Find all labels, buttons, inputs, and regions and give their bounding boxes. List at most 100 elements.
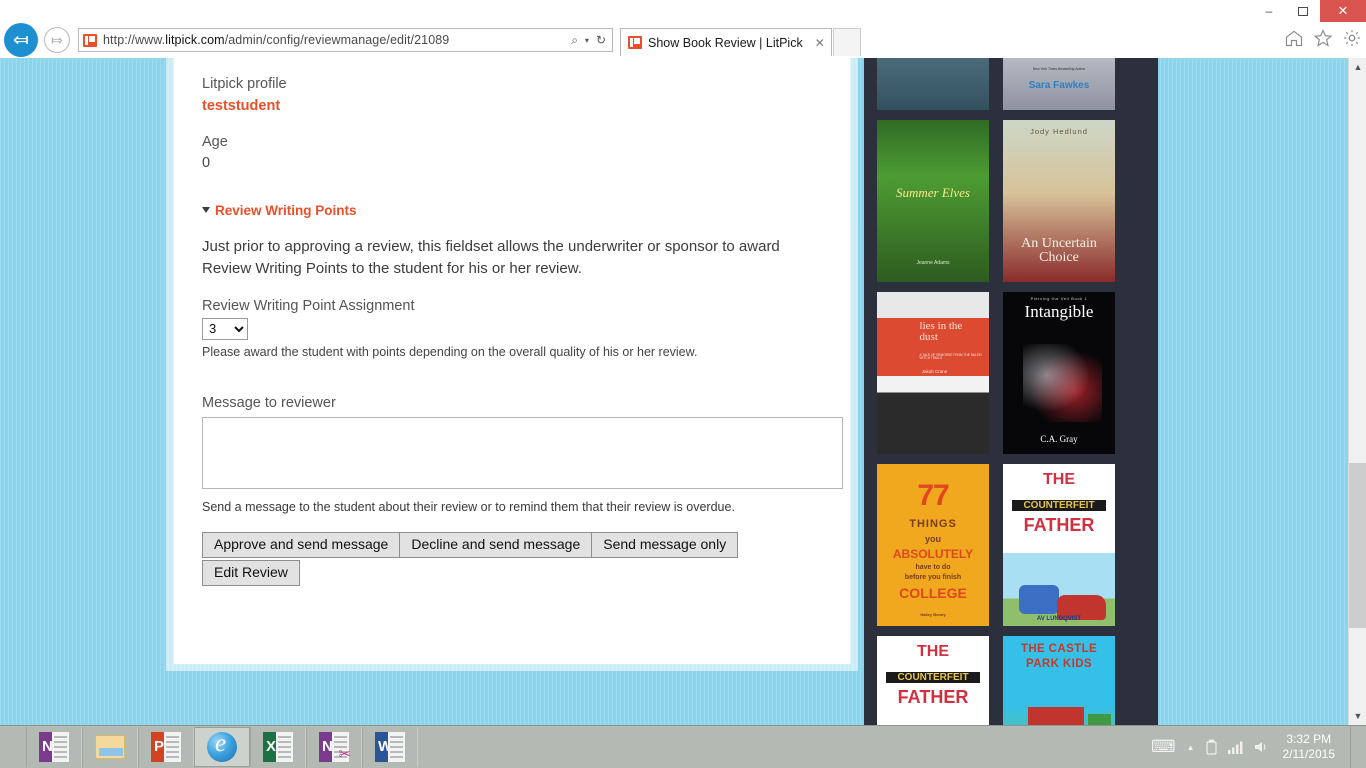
book-cover-item[interactable]: Summer Elves Jeanne Adams [877, 120, 989, 282]
book-cover-item[interactable]: THE COUNTERFEIT FATHER AV LUNDQVIST [1003, 464, 1115, 626]
keyboard-icon[interactable]: ⌨ [1151, 737, 1176, 757]
taskbar-item-onenote-clipper[interactable]: N ✂ [306, 727, 362, 767]
book-title: Intangible [1024, 302, 1094, 322]
tab-show-book-review[interactable]: Show Book Review | LitPick ✕ [620, 28, 832, 56]
book-cover-item[interactable]: Into Me New York Times Bestselling Autho… [1003, 58, 1115, 110]
chevron-down-icon[interactable]: ▾ [585, 36, 589, 45]
litpick-profile-value[interactable]: teststudent [202, 98, 828, 114]
taskbar-item-onenote[interactable]: N [26, 727, 82, 767]
review-form: Litpick profile teststudent Age 0 Review… [174, 58, 850, 586]
home-icon[interactable] [1284, 28, 1304, 48]
address-bar[interactable]: http://www.litpick.com/admin/config/revi… [78, 28, 613, 52]
book-covers-grid: Into Me New York Times Bestselling Autho… [864, 58, 1158, 725]
send-message-only-button[interactable]: Send message only [591, 531, 739, 558]
book-title: Summer Elves [895, 184, 970, 200]
review-writing-points-legend-label: Review Writing Points [215, 202, 357, 218]
edit-review-button[interactable]: Edit Review [202, 559, 300, 586]
book-cover-item[interactable]: Jody Hedlund An Uncertain Choice [1003, 120, 1115, 282]
cover-art-roof [1027, 707, 1084, 725]
browser-window: – ✕ ⤆ ⤇ http://www.litpick.com/admin/con… [0, 0, 1366, 725]
book-cover-item[interactable]: THE COUNTERFEIT FATHER [877, 636, 989, 725]
tab-strip: Show Book Review | LitPick ✕ [620, 26, 861, 56]
scrollbar-thumb[interactable] [1349, 463, 1366, 628]
window-titlebar: – ✕ [0, 0, 1366, 22]
book-author: C.A. Gray [1040, 433, 1078, 444]
book-cover-item[interactable]: Piercing the Veil Book 1 Intangible C.A.… [1003, 292, 1115, 454]
approve-and-send-message-button[interactable]: Approve and send message [202, 531, 401, 558]
book-title-line1: THE [1043, 471, 1075, 489]
onenote-clipper-icon: N ✂ [319, 732, 351, 763]
minimize-button[interactable]: – [1252, 0, 1286, 22]
book-title-line6: COLLEGE [899, 584, 967, 601]
scroll-down-arrow-icon[interactable]: ▼ [1349, 707, 1366, 725]
book-cover-item[interactable]: lies in the dust A TALE OF REMORSE FROM … [877, 292, 989, 454]
points-assignment-select[interactable]: 3 [202, 317, 248, 340]
book-title-line5: before you finish [904, 574, 962, 582]
clock[interactable]: 3:32 PM 2/11/2015 [1279, 732, 1336, 762]
decline-and-send-message-button[interactable]: Decline and send message [399, 531, 593, 558]
new-tab-button[interactable] [832, 28, 861, 56]
tab-favicon-icon [628, 36, 642, 49]
taskbar-item-excel[interactable]: X [250, 727, 306, 767]
battery-icon[interactable] [1205, 739, 1217, 755]
book-subtitle: Piercing the Veil Book 1 [1030, 295, 1088, 301]
restore-icon [1298, 6, 1308, 16]
book-title: An Uncertain Choice [1021, 235, 1097, 266]
book-title-line2: COUNTERFEIT [1011, 499, 1107, 511]
taskbar-item-powerpoint[interactable]: P [138, 727, 194, 767]
book-title-number: 77 [917, 479, 949, 513]
book-subtitle: New York Times Bestselling Author [1032, 66, 1086, 71]
forward-button[interactable]: ⤇ [44, 27, 70, 53]
excel-icon-letter: X [266, 738, 277, 755]
browser-command-bar [1284, 28, 1362, 48]
internet-explorer-icon [207, 730, 237, 762]
form-button-row-primary: Approve and send message Decline and sen… [202, 531, 828, 558]
book-author: Sara Fawkes [1028, 79, 1090, 91]
book-author: AV LUNDQVIST [1036, 616, 1082, 623]
powerpoint-icon: P [151, 732, 181, 762]
page-scrollbar[interactable]: ▲ ▼ [1348, 58, 1366, 725]
tab-close-icon[interactable]: ✕ [815, 36, 825, 50]
taskbar-item-word[interactable]: W [362, 727, 418, 767]
site-favicon-icon [83, 33, 97, 47]
book-subtitle: A TALE OF REMORSE FROM THE SALEM WITCH T… [919, 352, 982, 360]
show-hidden-icons-chevron-icon[interactable]: ▲ [1187, 743, 1195, 752]
book-cover-item[interactable] [877, 58, 989, 110]
book-covers-sidebar: Into Me New York Times Bestselling Autho… [864, 58, 1158, 725]
network-signal-icon[interactable] [1227, 740, 1243, 754]
screen: – ✕ ⤆ ⤇ http://www.litpick.com/admin/con… [0, 0, 1366, 768]
book-cover-item[interactable]: 77 THINGS you ABSOLUTELY have to do befo… [877, 464, 989, 626]
book-author: Jeanne Adams [916, 259, 950, 266]
book-title-line3: FATHER [897, 686, 969, 707]
favorites-star-icon[interactable] [1313, 28, 1333, 48]
points-help-text: Please award the student with points dep… [202, 344, 698, 359]
book-title-line1: THE [917, 643, 949, 661]
close-button[interactable]: ✕ [1320, 0, 1366, 22]
book-author: Jody Hedlund [1030, 127, 1088, 137]
message-help-text: Send a message to the student about thei… [202, 499, 735, 514]
taskbar: N P X [0, 725, 1366, 768]
file-explorer-icon [95, 735, 125, 759]
taskbar-item-file-explorer[interactable] [82, 727, 138, 767]
book-title-line4: have to do [915, 564, 951, 572]
book-cover-item[interactable]: THE CASTLE PARK KIDS [1003, 636, 1115, 725]
search-icon[interactable]: ⌕ [571, 33, 578, 48]
scroll-up-arrow-icon[interactable]: ▲ [1349, 58, 1366, 76]
powerpoint-icon-letter: P [154, 738, 165, 755]
message-to-reviewer-textarea[interactable] [202, 416, 843, 489]
review-writing-points-legend[interactable]: Review Writing Points [202, 203, 828, 218]
form-button-row-secondary: Edit Review [202, 559, 828, 586]
taskbar-item-internet-explorer[interactable] [194, 727, 250, 767]
book-title: THE CASTLE PARK KIDS [1020, 643, 1098, 670]
gear-icon[interactable] [1342, 28, 1362, 48]
scissors-icon: ✂ [338, 746, 351, 763]
show-desktop-button[interactable] [1350, 725, 1358, 768]
back-button[interactable]: ⤆ [4, 23, 38, 57]
clock-date: 2/11/2015 [1282, 747, 1336, 761]
restore-button[interactable] [1286, 0, 1320, 22]
refresh-icon[interactable]: ↻ [596, 33, 606, 47]
book-title-line2: COUNTERFEIT [885, 671, 981, 683]
word-icon: W [375, 732, 405, 762]
volume-icon[interactable] [1254, 740, 1268, 754]
points-assignment-label: Review Writing Point Assignment [202, 297, 415, 314]
